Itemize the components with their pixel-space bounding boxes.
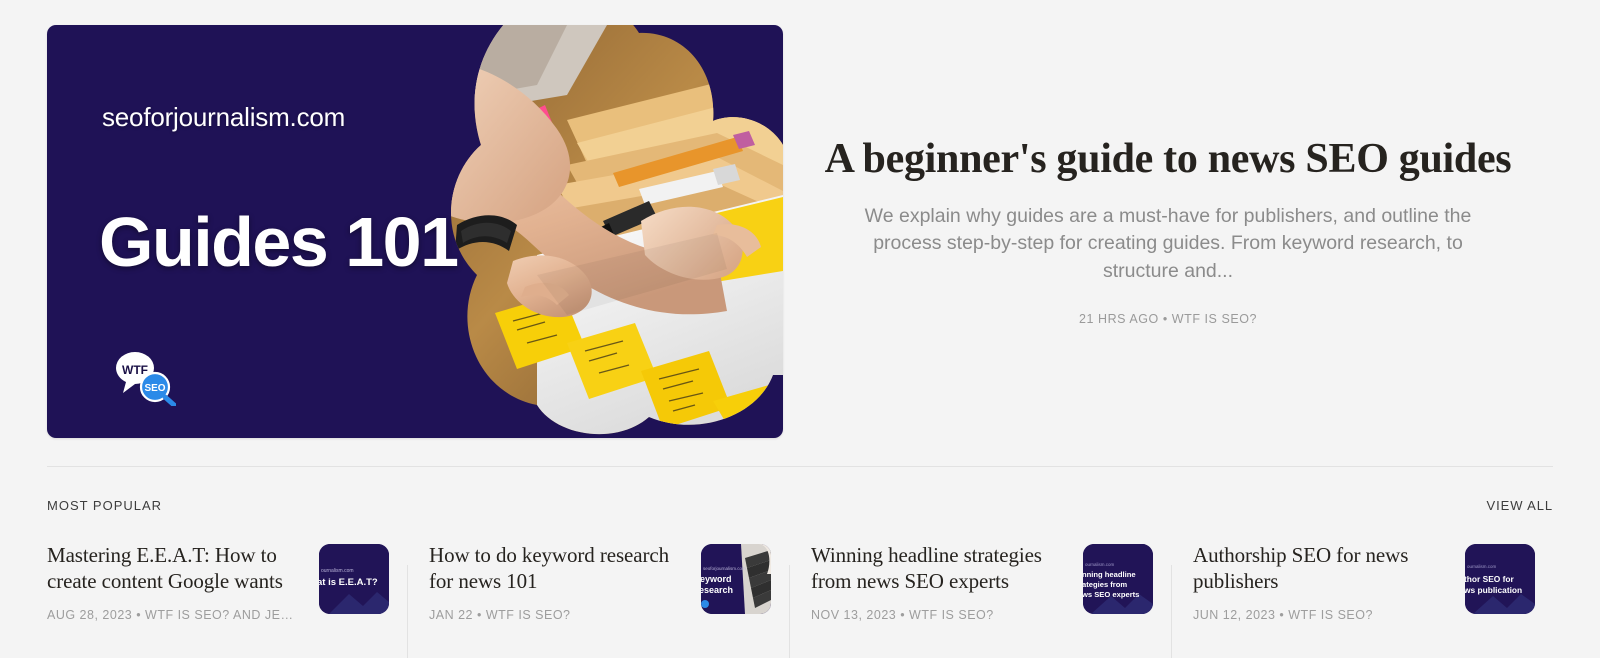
card-meta: NOV 13, 2023 • WTF IS SEO? [811,608,994,623]
card-thumbnail[interactable]: ournalism.com at is E.E.A.T? [319,544,389,614]
card-body: Authorship SEO for news publishers JUN 1… [1193,534,1451,622]
wtf-seo-logo: WTF SEO [110,350,176,406]
thumb-text-2: ws publication [1465,585,1522,595]
view-all-link[interactable]: VIEW ALL [1487,498,1553,513]
thumb-text-3: ws SEO experts [1083,590,1139,599]
card-thumbnail[interactable]: ournalism.com thor SEO for ws publicatio… [1465,544,1535,614]
most-popular-list: Mastering E.E.A.T: How to create content… [47,534,1553,658]
thumb-kicker: seoforjournalism.com [703,566,746,571]
card-title[interactable]: How to do keyword research for news 101 [429,542,687,594]
most-popular-label: MOST POPULAR [47,498,163,513]
card-body: How to do keyword research for news 101 … [429,534,687,622]
card-thumbnail[interactable]: seoforjournalism.com eyword esearch [701,544,771,614]
thumb-kicker: ournalism.com [321,568,354,574]
hero-description: We explain why guides are a must-have fo… [864,204,1472,282]
card-meta: AUG 28, 2023 • WTF IS SEO? AND JESSI... [47,608,297,623]
hero-brand-url: seoforjournalism.com [102,102,346,132]
list-item[interactable]: Winning headline strategies from news SE… [789,534,1171,658]
hero-meta: 21 HRS AGO • WTF IS SEO? [1078,311,1258,326]
logo-glass-text: SEO [144,383,165,394]
card-thumbnail[interactable]: ournalism.com nning headline ategies fro… [1083,544,1153,614]
hero-article[interactable]: seoforjournalism.com Guides 101 WTF SEO … [47,25,1553,438]
thumb-text: at is E.E.A.T? [319,577,378,588]
list-item[interactable]: Authorship SEO for news publishers JUN 1… [1171,534,1553,658]
card-title[interactable]: Mastering E.E.A.T: How to create content… [47,542,305,594]
page-root: seoforjournalism.com Guides 101 WTF SEO … [0,0,1600,658]
thumb-text-2: esearch [701,585,733,595]
card-body: Mastering E.E.A.T: How to create content… [47,534,305,622]
logo-bubble-text: WTF [122,363,148,377]
thumb-text-2: ategies from [1083,580,1127,589]
card-meta: JAN 22 • WTF IS SEO? [429,608,571,623]
thumb-kicker: ournalism.com [1085,562,1115,567]
thumb-kicker: ournalism.com [1467,564,1497,569]
hero-photo [417,25,783,438]
thumb-text-1: eyword [701,574,732,584]
list-item[interactable]: Mastering E.E.A.T: How to create content… [47,534,407,658]
most-popular-header: MOST POPULAR VIEW ALL [47,498,1553,513]
thumb-text-1: nning headline [1083,570,1136,579]
card-meta: JUN 12, 2023 • WTF IS SEO? [1193,608,1373,623]
card-title[interactable]: Authorship SEO for news publishers [1193,542,1451,594]
hero-cover-title: Guides 101 [99,203,459,281]
list-item[interactable]: How to do keyword research for news 101 … [407,534,789,658]
hero-text-column: A beginner's guide to news SEO guides We… [783,25,1553,326]
card-body: Winning headline strategies from news SE… [811,534,1069,622]
hero-headline[interactable]: A beginner's guide to news SEO guides [825,135,1512,185]
section-divider [47,466,1553,467]
hero-figure[interactable]: seoforjournalism.com Guides 101 WTF SEO [47,25,783,438]
card-title[interactable]: Winning headline strategies from news SE… [811,542,1069,594]
thumb-text-1: thor SEO for [1465,574,1515,584]
